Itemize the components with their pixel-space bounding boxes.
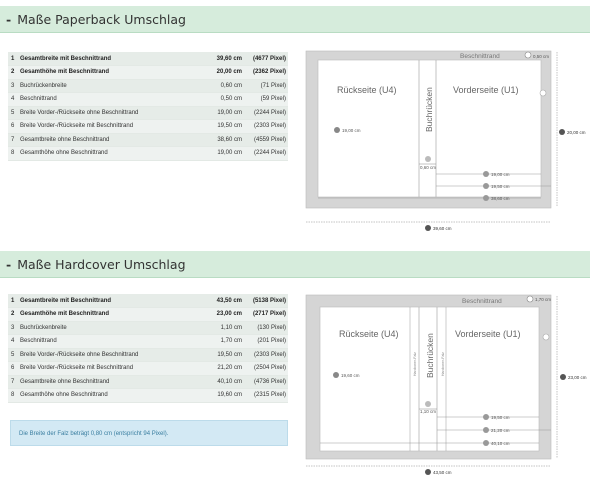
dim-marker-icon: [483, 195, 489, 201]
front-width-bleed-label: 19,50 cm: [491, 184, 510, 189]
dim-marker-icon: [542, 333, 550, 341]
dim-marker-icon: [333, 372, 339, 378]
height-dim-label: 20,00 cm: [567, 130, 586, 135]
dim-marker-icon: [524, 51, 532, 59]
dim-marker-icon: [425, 156, 431, 162]
hardcover-cover-diagram: Beschnittrand Rückseite (U4) Buchrücken …: [305, 294, 587, 475]
total-width-label: 39,60 cm: [433, 226, 452, 231]
total-no-bleed-label: 38,60 cm: [491, 196, 510, 201]
back-height-label: 19,00 cm: [342, 128, 361, 133]
back-cover-label: Rückseite (U4): [339, 329, 399, 339]
dim-marker-icon: [483, 414, 489, 420]
front-width-bleed-label: 21,20 cm: [491, 428, 510, 433]
total-width-label: 43,50 cm: [433, 470, 452, 475]
dim-marker-icon: [425, 469, 431, 475]
fold-label: Hardcover-Falz: [413, 352, 417, 376]
dim-marker-icon: [526, 295, 534, 303]
height-dim-label: 23,00 cm: [568, 375, 587, 380]
dim-marker-icon: [483, 171, 489, 177]
total-no-bleed-label: 40,10 cm: [491, 441, 510, 446]
paperback-cover-diagram: Beschnittrand Rückseite (U4) Buchrücken …: [305, 50, 586, 231]
spine-label: Buchrücken: [424, 87, 434, 132]
bleed-dim-label: 1,70 cm: [535, 297, 551, 302]
spine-label: Buchrücken: [425, 333, 435, 378]
front-width-label: 19,50 cm: [491, 415, 510, 420]
back-cover-label: Rückseite (U4): [337, 85, 397, 95]
dim-marker-icon: [425, 225, 431, 231]
back-height-label: 19,60 cm: [341, 373, 360, 378]
fold-label: Hardcover-Falz: [441, 352, 445, 376]
bleed-dim-label: 0,50 cm: [533, 54, 549, 59]
bleed-label: Beschnittrand: [462, 298, 502, 305]
front-width-label: 19,00 cm: [491, 172, 510, 177]
dim-marker-icon: [483, 183, 489, 189]
dim-marker-icon: [559, 129, 565, 135]
cover-diagrams: Beschnittrand Rückseite (U4) Buchrücken …: [305, 50, 587, 475]
dim-marker-icon: [483, 427, 489, 433]
dim-marker-icon: [539, 89, 547, 97]
dim-marker-icon: [425, 401, 431, 407]
bleed-label: Beschnittrand: [460, 53, 500, 60]
dim-marker-icon: [483, 440, 489, 446]
dim-marker-icon: [334, 127, 340, 133]
front-cover-label: Vorderseite (U1): [453, 85, 519, 95]
spine-dim-label: 1,10 cm: [420, 409, 436, 414]
front-cover-label: Vorderseite (U1): [455, 329, 521, 339]
spine-dim-label: 0,60 cm: [420, 165, 436, 170]
dim-marker-icon: [560, 374, 566, 380]
